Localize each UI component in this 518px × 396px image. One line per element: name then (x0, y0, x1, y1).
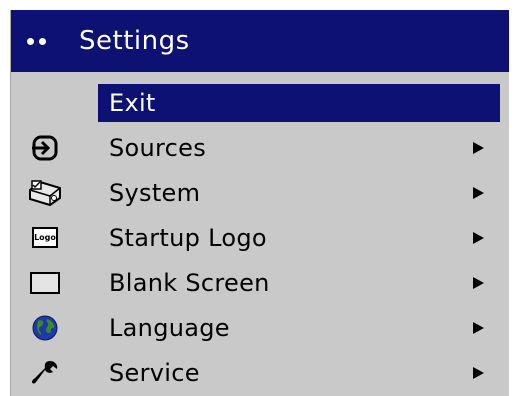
globe-icon (25, 311, 65, 345)
submenu-arrow-icon (473, 186, 484, 199)
menu-item-label: Sources (109, 133, 207, 162)
submenu-arrow-icon (473, 231, 484, 244)
menu-item-label: Exit (98, 83, 500, 122)
menu-items: Exit Sources System Logo Startup Logo Bl… (11, 80, 509, 395)
menu-item-language[interactable]: Language (11, 305, 509, 350)
menu-title: Settings (79, 26, 190, 56)
menu-item-service[interactable]: Service (11, 350, 509, 395)
submenu-arrow-icon (473, 141, 484, 154)
menu-item-label: Startup Logo (109, 223, 267, 252)
menu-item-label: Service (109, 358, 200, 387)
logo-icon: Logo (25, 221, 65, 255)
system-projector-icon (25, 176, 65, 210)
menu-item-label: System (109, 178, 201, 207)
wrench-icon (25, 356, 65, 390)
menu-header: Settings (11, 10, 509, 72)
menu-item-sources[interactable]: Sources (11, 125, 509, 170)
submenu-arrow-icon (473, 276, 484, 289)
source-input-icon (25, 131, 65, 165)
menu-item-exit[interactable]: Exit (11, 80, 509, 125)
menu-item-blank-screen[interactable]: Blank Screen (11, 260, 509, 305)
menu-item-label: Language (109, 313, 230, 342)
menu-item-label: Blank Screen (109, 268, 270, 297)
menu-dots-icon (27, 37, 57, 45)
menu-item-startup-logo[interactable]: Logo Startup Logo (11, 215, 509, 260)
menu-item-system[interactable]: System (11, 170, 509, 215)
submenu-arrow-icon (473, 366, 484, 379)
blank-screen-icon (25, 266, 65, 300)
settings-menu: Settings Exit Sources System Logo Startu… (10, 10, 509, 396)
submenu-arrow-icon (473, 321, 484, 334)
